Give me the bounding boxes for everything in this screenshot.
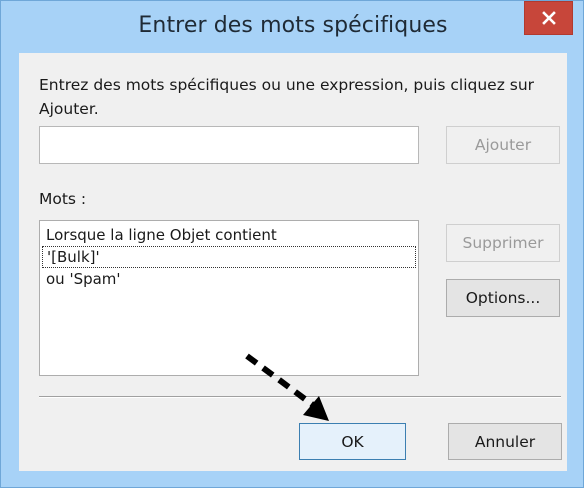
title-bar[interactable]: Entrer des mots spécifiques [1,1,584,53]
ok-button[interactable]: OK [299,423,406,460]
words-listbox[interactable]: Lorsque la ligne Objet contient '[Bulk]'… [39,220,419,376]
instruction-text: Entrez des mots spécifiques ou une expre… [39,76,535,118]
cancel-button[interactable]: Annuler [448,423,562,460]
remove-button[interactable]: Supprimer [446,224,560,262]
list-item[interactable]: '[Bulk]' [42,246,416,268]
list-item[interactable]: Lorsque la ligne Objet contient [42,224,416,246]
word-input[interactable] [39,126,419,164]
dialog-title: Entrer des mots spécifiques [138,13,448,38]
dialog-body: Entrez des mots spécifiques ou une expre… [19,53,567,471]
words-label: Mots : [39,190,87,208]
list-item[interactable]: ou 'Spam' [42,268,416,290]
close-icon [541,11,556,25]
add-button[interactable]: Ajouter [446,126,560,164]
dialog-window: Entrer des mots spécifiques Entrez des m… [0,0,584,488]
separator [39,396,561,398]
close-button[interactable] [524,1,573,35]
options-button[interactable]: Options... [446,279,560,317]
